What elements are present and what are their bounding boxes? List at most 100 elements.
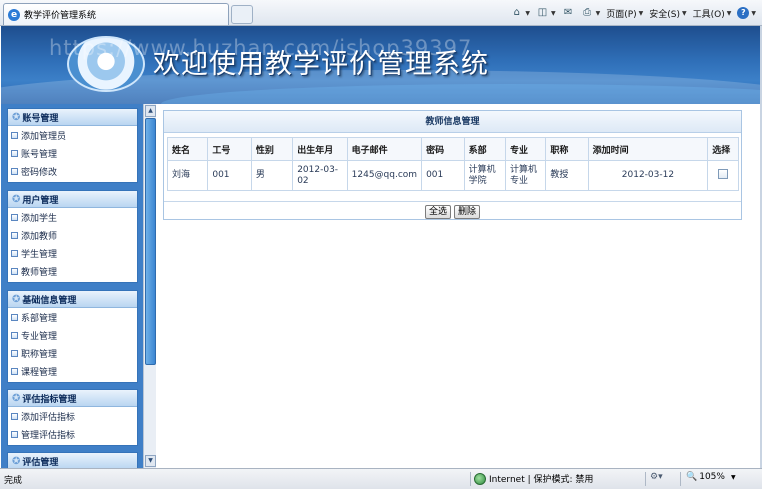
page-menu[interactable]: 页面(P) ▼ [606, 7, 643, 20]
sidebar-item-label: 添加管理员 [21, 131, 67, 142]
safety-menu-label: 安全(S) [649, 9, 681, 20]
section-title-text: 评估指标管理 [22, 394, 77, 405]
sidebar-item-label: 专业管理 [21, 331, 58, 342]
cell-select [707, 160, 739, 191]
watermark: https://www.huzhan.com/ishop39397 [49, 36, 473, 60]
ie-icon: e [8, 8, 20, 21]
bullet-icon [11, 267, 18, 275]
sidebar-item-department-manage[interactable]: 系部管理 [8, 308, 137, 326]
sidebar-item-label: 添加学生 [21, 213, 58, 224]
chevron-down-icon: ▼ [595, 9, 601, 17]
print-button[interactable]: ⎙ ▼ [581, 7, 601, 19]
cell-major: 计算机专业 [504, 160, 547, 191]
select-all-button[interactable]: 全选 [424, 205, 451, 219]
sidebar-section-title[interactable]: ✪ 评估管理 [8, 453, 137, 468]
star-icon: ✪ [12, 293, 21, 305]
bullet-icon [11, 213, 18, 221]
help-menu[interactable]: ? ▼ [737, 7, 756, 19]
sidebar-item-label: 添加评估指标 [21, 412, 76, 423]
sidebar-item-manage-indicator[interactable]: 管理评估指标 [8, 425, 137, 443]
cell-password: 001 [421, 160, 465, 191]
panel-title: 教师信息管理 [164, 111, 741, 133]
action-row: 全选 删除 [164, 201, 741, 221]
sidebar-section-title[interactable]: ✪ 评估指标管理 [8, 390, 137, 407]
sidebar-item-password-change[interactable]: 密码修改 [8, 162, 137, 180]
browser-tab[interactable]: e 教学评价管理系统 [3, 3, 229, 25]
sidebar-item-teacher-manage[interactable]: 教师管理 [8, 262, 137, 280]
sidebar-section-indicators: ✪ 评估指标管理 添加评估指标 管理评估指标 [7, 389, 138, 446]
col-major: 专业 [504, 137, 547, 161]
sidebar-item-label: 账号管理 [21, 149, 58, 160]
sidebar-section-title[interactable]: ✪ 账号管理 [8, 109, 137, 126]
bullet-icon [11, 231, 18, 239]
sidebar-section-evaluation: ✪ 评估管理 [7, 452, 138, 468]
cell-gender: 男 [250, 160, 294, 191]
cell-department: 计算机学院 [463, 160, 506, 191]
teacher-info-panel: 教师信息管理 姓名 工号 性别 出生年月 电子邮件 密码 系部 专业 职称 添加… [163, 110, 742, 220]
row-select-checkbox[interactable] [718, 168, 729, 179]
new-tab-button[interactable] [231, 5, 253, 24]
col-birth: 出生年月 [292, 137, 348, 161]
col-added-time: 添加时间 [587, 137, 709, 161]
print-icon: ⎙ [583, 7, 592, 18]
protected-mode-icon[interactable]: ⚙▾ [650, 472, 663, 482]
safety-menu[interactable]: 安全(S) ▼ [649, 7, 686, 20]
sidebar-section-title[interactable]: ✪ 用户管理 [8, 191, 137, 208]
table-row: 刘海 001 男 2012-03-02 1245@qq.com 001 计算机学… [166, 160, 739, 191]
globe-icon [474, 472, 486, 485]
sidebar-item-add-indicator[interactable]: 添加评估指标 [8, 407, 137, 425]
status-divider [470, 472, 471, 486]
table-header-row: 姓名 工号 性别 出生年月 电子邮件 密码 系部 专业 职称 添加时间 选择 [166, 137, 739, 161]
tools-menu[interactable]: 工具(O) ▼ [693, 7, 732, 20]
feeds-button[interactable]: ◫ ▼ [536, 7, 556, 19]
chevron-down-icon: ▼ [550, 9, 556, 17]
chevron-down-icon: ▼ [638, 9, 644, 17]
security-zone[interactable]: Internet | 保护模式: 禁用 [474, 472, 593, 485]
sidebar-section-users: ✪ 用户管理 添加学生 添加教师 学生管理 教师管理 [7, 190, 138, 283]
sidebar-item-student-manage[interactable]: 学生管理 [8, 244, 137, 262]
scroll-up-arrow-icon[interactable]: ▲ [145, 105, 156, 117]
sidebar-item-add-teacher[interactable]: 添加教师 [8, 226, 137, 244]
security-zone-label: Internet | 保护模式: 禁用 [489, 475, 594, 485]
section-title-text: 评估管理 [22, 457, 59, 468]
sidebar-item-label: 职称管理 [21, 349, 58, 360]
sidebar-item-major-manage[interactable]: 专业管理 [8, 326, 137, 344]
sidebar-item-add-student[interactable]: 添加学生 [8, 208, 137, 226]
zoom-control[interactable]: 🔍 105% ▼ [686, 472, 736, 482]
col-email: 电子邮件 [346, 137, 423, 161]
star-icon: ✪ [12, 193, 21, 205]
col-department: 系部 [463, 137, 506, 161]
section-title-text: 用户管理 [22, 195, 59, 206]
sidebar-item-course-manage[interactable]: 课程管理 [8, 362, 137, 380]
status-text: 完成 [4, 476, 23, 486]
bullet-icon [11, 349, 18, 357]
sidebar-item-add-admin[interactable]: 添加管理员 [8, 126, 137, 144]
col-title: 职称 [545, 137, 589, 161]
tools-menu-label: 工具(O) [692, 9, 725, 20]
cell-email: 1245@qq.com [346, 160, 423, 191]
scroll-down-arrow-icon[interactable]: ▼ [145, 455, 156, 467]
mail-button[interactable]: ✉ [562, 7, 575, 19]
cell-name: 刘海 [166, 160, 209, 191]
zoom-level: 105% [699, 472, 725, 482]
chevron-down-icon: ▼ [682, 9, 687, 17]
col-password: 密码 [421, 137, 465, 161]
status-bar: 完成 Internet | 保护模式: 禁用 ⚙▾ 🔍 105% ▼ [0, 468, 762, 489]
scroll-thumb[interactable] [145, 118, 156, 365]
cell-birth: 2012-03-02 [292, 160, 348, 191]
home-button[interactable]: ⌂ ▼ [510, 7, 530, 19]
sidebar-scrollbar[interactable]: ▲ ▼ [143, 104, 156, 468]
chevron-down-icon: ▼ [751, 9, 756, 17]
mail-icon: ✉ [563, 7, 573, 18]
star-icon: ✪ [12, 392, 21, 404]
section-title-text: 基础信息管理 [22, 295, 77, 306]
sidebar-item-label: 密码修改 [21, 167, 58, 178]
delete-button[interactable]: 删除 [454, 205, 481, 219]
col-name: 姓名 [166, 137, 209, 161]
site-banner: 欢迎使用教学评价管理系统 https://www.huzhan.com/isho… [1, 26, 760, 104]
sidebar-item-account-manage[interactable]: 账号管理 [8, 144, 137, 162]
sidebar-item-title-manage[interactable]: 职称管理 [8, 344, 137, 362]
bullet-icon [11, 430, 18, 438]
page-menu-label: 页面(P) [606, 9, 637, 20]
sidebar-section-title[interactable]: ✪ 基础信息管理 [8, 291, 137, 308]
